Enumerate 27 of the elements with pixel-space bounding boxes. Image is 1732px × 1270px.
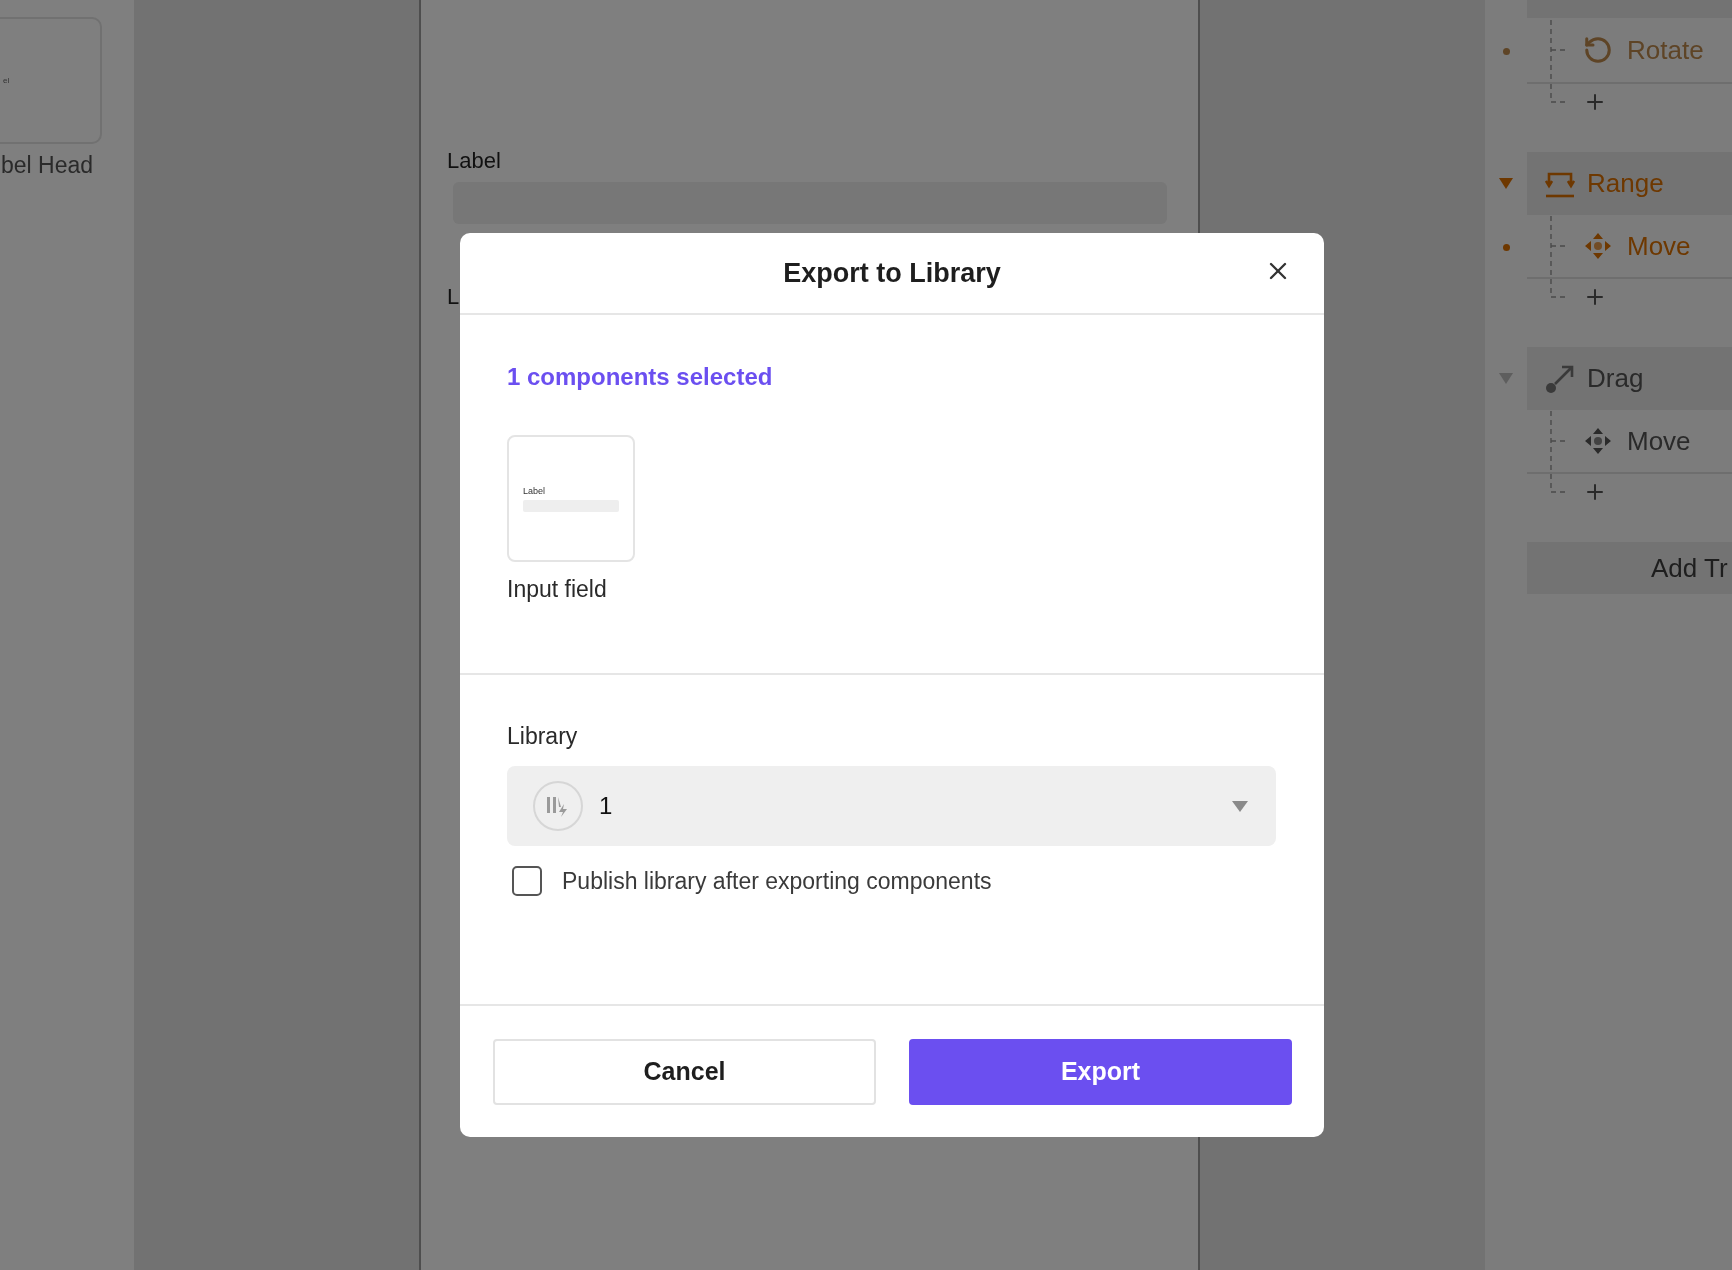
card-text: el — [3, 76, 10, 85]
trigger-header[interactable]: Drag — [1527, 347, 1732, 410]
move-icon — [1583, 231, 1613, 261]
caret-down-icon[interactable] — [1499, 177, 1513, 190]
selection-count: 1 components selected — [507, 363, 773, 391]
component-card[interactable]: el — [0, 17, 102, 144]
action-label[interactable]: Move — [1627, 230, 1691, 262]
drag-icon — [1545, 363, 1575, 394]
cancel-button[interactable]: Cancel — [493, 1038, 876, 1105]
publish-checkbox[interactable] — [512, 866, 542, 896]
component-caption: bel Head — [1, 152, 94, 179]
library-icon — [533, 781, 583, 831]
trigger-header[interactable]: Range — [1527, 152, 1732, 215]
component-name: Input field — [507, 576, 607, 603]
rotate-icon — [1583, 35, 1613, 65]
thumbnail-label: Label — [523, 485, 547, 496]
add-trigger-button[interactable]: Add Tr — [1527, 542, 1732, 594]
field-label: Label — [447, 148, 501, 174]
export-button[interactable]: Export — [909, 1038, 1292, 1105]
library-label: Library — [507, 723, 578, 750]
library-select[interactable]: 1 — [507, 766, 1276, 846]
dropdown-caret-icon — [1232, 800, 1248, 812]
action-label[interactable]: Move — [1627, 425, 1691, 457]
move-icon — [1583, 426, 1613, 456]
field-label: L — [447, 284, 460, 310]
publish-label: Publish library after exporting components — [562, 867, 992, 895]
dialog-title: Export to Library — [783, 257, 1001, 289]
